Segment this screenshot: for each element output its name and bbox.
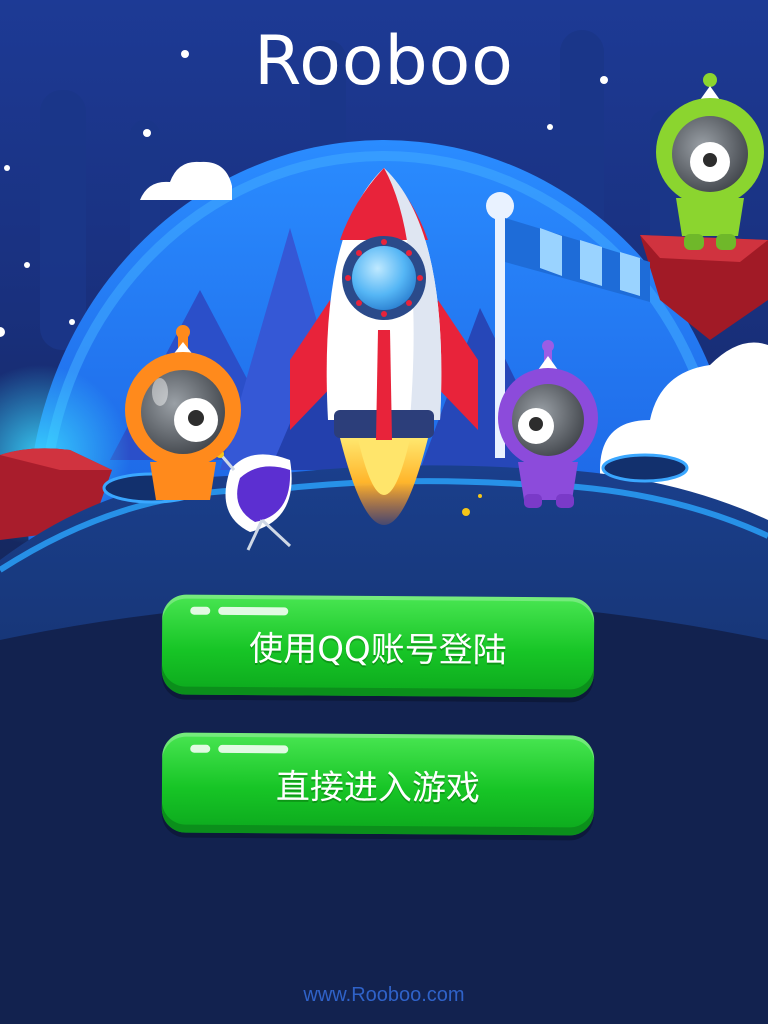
qq-login-button[interactable]: 使用QQ账号登陆 — [161, 594, 595, 698]
space-scene — [0, 30, 768, 1024]
launch-screen: Rooboo 使用QQ账号登陆 直接进入游戏 www.Rooboo.com — [0, 0, 768, 1024]
enter-game-button[interactable]: 直接进入游戏 — [161, 732, 595, 836]
app-logo: Rooboo — [254, 22, 514, 101]
enter-game-label: 直接进入游戏 — [275, 766, 481, 809]
website-link[interactable]: www.Rooboo.com — [0, 984, 768, 1007]
qq-login-label: 使用QQ账号登陆 — [249, 628, 507, 671]
